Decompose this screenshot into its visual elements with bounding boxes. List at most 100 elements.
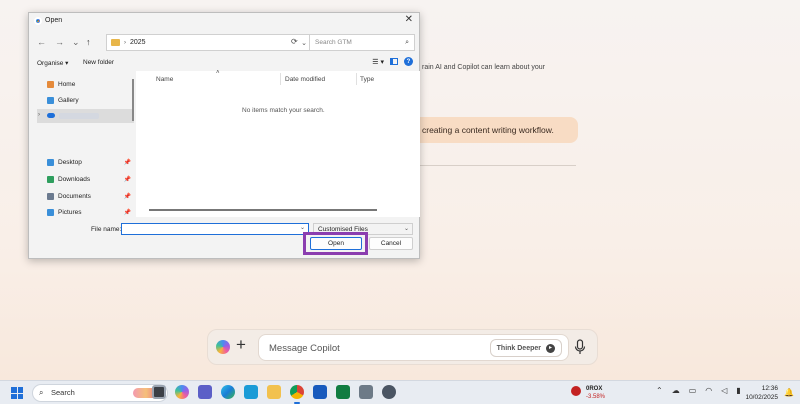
microphone-icon[interactable] xyxy=(574,339,586,355)
chrome-icon[interactable] xyxy=(290,385,304,404)
file-list: Name ˄ Date modified Type No items match… xyxy=(136,70,420,217)
chrome-icon xyxy=(34,17,42,25)
clock-date: 10/02/2025 xyxy=(745,394,778,401)
ticker-change: -3.58% xyxy=(586,394,606,400)
up-folder-button[interactable]: ↑ xyxy=(86,37,91,47)
help-icon[interactable]: ? xyxy=(404,57,413,66)
back-button[interactable]: ← xyxy=(37,37,46,47)
column-header-date-modified[interactable]: Date modified xyxy=(285,76,325,83)
edge-icon[interactable] xyxy=(221,385,235,399)
column-divider[interactable] xyxy=(280,73,281,85)
stock-ticker-widget[interactable]: 0ROX -3.58% xyxy=(586,385,605,401)
pin-icon: 📌 xyxy=(123,210,131,216)
view-options-icon[interactable]: ☰ ▾ xyxy=(372,58,384,66)
file-name-input[interactable]: ⌄ xyxy=(121,223,309,235)
navigation-pane: Home Gallery › Desktop 📌 Downloads 📌 Doc… xyxy=(37,73,135,217)
wifi-icon[interactable]: ◠ xyxy=(705,386,712,395)
notepad-icon[interactable] xyxy=(244,385,258,399)
cloud-icon xyxy=(47,113,55,118)
message-input[interactable]: Message Copilot Think Deeper ▸ xyxy=(258,334,569,361)
search-input[interactable]: Search GTM ⌕ xyxy=(309,34,415,51)
sidebar-item-gallery[interactable]: Gallery xyxy=(47,97,79,104)
gallery-icon xyxy=(47,97,54,104)
search-icon: ⌕ xyxy=(39,388,44,397)
think-deeper-icon: ▸ xyxy=(546,343,555,353)
volume-icon[interactable]: ◁ xyxy=(721,386,727,395)
recent-locations-button[interactable]: ⌄ xyxy=(72,37,80,48)
column-divider[interactable] xyxy=(356,73,357,85)
horizontal-scrollbar[interactable] xyxy=(149,209,377,211)
add-attachment-button[interactable]: + xyxy=(236,335,246,355)
chevron-up-icon[interactable]: ⌃ xyxy=(656,386,663,395)
taskbar-search-input[interactable]: ⌕ Search xyxy=(32,384,168,402)
sidebar-item-home[interactable]: Home xyxy=(47,81,75,88)
taskbar-clock[interactable]: 12:36 10/02/2025 xyxy=(745,384,778,402)
background-intro-text: rain AI and Copilot can learn about your xyxy=(422,64,545,71)
sidebar-item-pictures[interactable]: Pictures 📌 xyxy=(47,209,133,216)
chevron-down-icon[interactable]: ⌄ xyxy=(300,224,305,231)
taskbar-search-label: Search xyxy=(51,388,75,397)
copilot-logo-icon[interactable] xyxy=(216,340,230,354)
sort-ascending-icon: ˄ xyxy=(216,70,220,76)
column-header-name[interactable]: Name xyxy=(156,76,173,83)
think-deeper-label: Think Deeper xyxy=(496,344,541,352)
search-placeholder: Search GTM xyxy=(315,39,352,46)
suggestion-pill[interactable]: creating a content writing workflow. xyxy=(410,117,578,143)
cloud-icon[interactable]: ☁ xyxy=(672,386,680,395)
task-view-icon[interactable] xyxy=(152,385,166,399)
sidebar-item-documents[interactable]: Documents 📌 xyxy=(47,193,133,200)
start-button[interactable] xyxy=(11,387,23,399)
command-bar: Organise ▾ New folder ☰ ▾ ? xyxy=(29,57,419,71)
word-icon[interactable] xyxy=(313,385,327,399)
forward-button[interactable]: → xyxy=(55,37,64,47)
clock-time: 12:36 xyxy=(761,385,778,392)
refresh-button[interactable]: ⟳ xyxy=(291,37,298,46)
cancel-button[interactable]: Cancel xyxy=(369,237,413,250)
excel-icon[interactable] xyxy=(336,385,350,399)
open-button-highlight xyxy=(303,232,368,255)
notification-bell-icon[interactable]: 🔔 xyxy=(784,388,794,397)
dialog-titlebar[interactable]: Open ✕ xyxy=(29,13,419,30)
open-file-dialog: Open ✕ ← → ⌄ ↑ › 2025 ⌄ ⟳ Search GTM ⌕ O… xyxy=(28,12,420,259)
teams-icon[interactable] xyxy=(198,385,212,399)
column-header-type[interactable]: Type xyxy=(360,76,374,83)
new-folder-button[interactable]: New folder xyxy=(83,59,114,66)
folder-icon xyxy=(111,39,120,46)
language-icon[interactable]: ▭ xyxy=(689,386,697,395)
address-bar[interactable]: › 2025 ⌄ xyxy=(106,34,312,51)
stock-alert-icon[interactable] xyxy=(571,386,581,396)
breadcrumb-2025[interactable]: 2025 xyxy=(130,39,146,46)
pictures-icon xyxy=(47,209,54,216)
think-deeper-button[interactable]: Think Deeper ▸ xyxy=(489,339,562,357)
view-tools: ☰ ▾ ? xyxy=(372,57,413,66)
sidebar-item-desktop[interactable]: Desktop 📌 xyxy=(47,159,133,166)
divider xyxy=(410,165,576,166)
system-tray: ⌃ ☁ ▭ ◠ ◁ ▮ xyxy=(656,386,741,395)
ticker-symbol: 0ROX xyxy=(586,386,603,392)
breadcrumb-chevron: › xyxy=(124,39,126,46)
navigation-scrollbar[interactable] xyxy=(132,79,134,121)
organise-button[interactable]: Organise ▾ xyxy=(37,59,68,67)
pin-icon: 📌 xyxy=(123,177,131,183)
chevron-down-icon: ⌄ xyxy=(403,226,409,232)
taskbar: ⌕ Search 0ROX -3.58% ⌃ ☁ ▭ ◠ ◁ ▮ 12:36 1… xyxy=(0,380,800,404)
battery-icon[interactable]: ▮ xyxy=(736,386,740,395)
desktop-icon xyxy=(47,159,54,166)
empty-results-message: No items match your search. xyxy=(242,107,325,114)
pin-icon: 📌 xyxy=(123,194,131,200)
file-name-label: File name: xyxy=(91,226,122,233)
sidebar-item-onedrive[interactable]: › xyxy=(37,109,134,123)
close-button[interactable]: ✕ xyxy=(405,14,413,25)
expand-chevron-icon[interactable]: › xyxy=(38,112,40,118)
downloads-icon xyxy=(47,176,54,183)
calculator-icon[interactable] xyxy=(359,385,373,399)
preview-pane-icon[interactable] xyxy=(390,58,398,65)
search-icon: ⌕ xyxy=(405,39,409,46)
chevron-down-icon[interactable]: ⌄ xyxy=(301,39,307,47)
file-explorer-icon[interactable] xyxy=(267,385,281,399)
copilot-composer: + Message Copilot Think Deeper ▸ xyxy=(207,329,598,365)
dialog-title: Open xyxy=(45,17,63,24)
copilot-icon[interactable] xyxy=(175,385,189,399)
sidebar-item-downloads[interactable]: Downloads 📌 xyxy=(47,176,133,183)
settings-icon[interactable] xyxy=(382,385,396,399)
